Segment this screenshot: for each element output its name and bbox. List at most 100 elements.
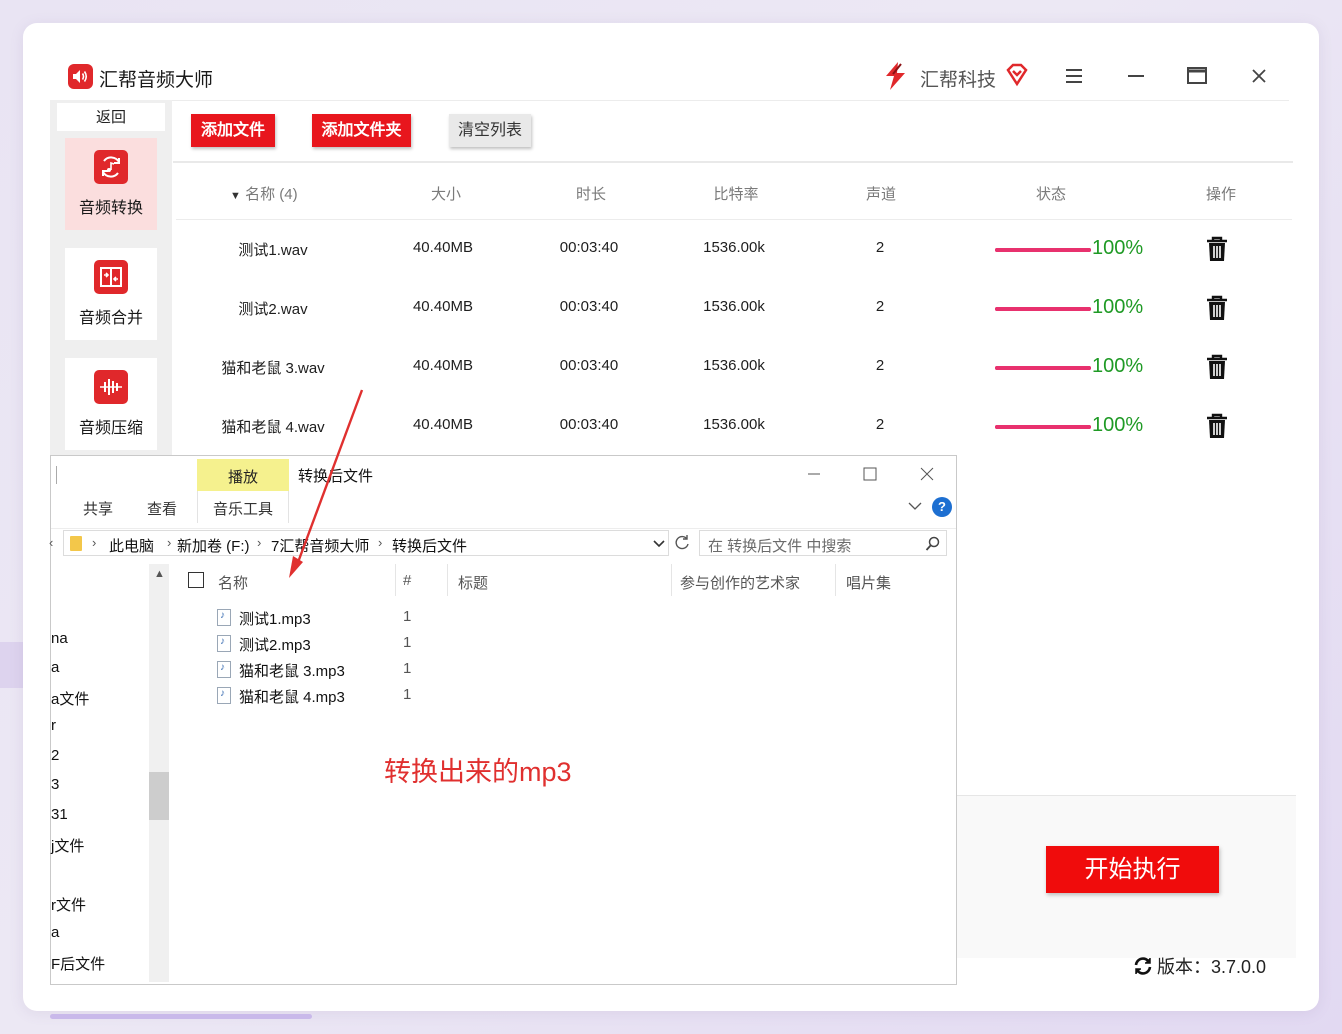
- ribbon-view[interactable]: 查看: [147, 498, 177, 519]
- column-duration[interactable]: 时长: [551, 183, 631, 204]
- trash-icon[interactable]: [1205, 354, 1229, 380]
- address-bar[interactable]: › 此电脑 › 新加卷 (F:) › 7汇帮音频大师 › 转换后文件: [63, 530, 669, 556]
- close-icon[interactable]: [1246, 63, 1272, 89]
- trash-icon[interactable]: [1205, 236, 1229, 262]
- maximize-icon[interactable]: [1184, 63, 1210, 89]
- clear-list-button[interactable]: 清空列表: [449, 114, 531, 147]
- cell-channels: 2: [875, 416, 885, 433]
- sidebar-item-audio-compress[interactable]: 音频压缩: [65, 358, 157, 450]
- app-logo-icon: [68, 64, 93, 89]
- audio-merge-icon: [94, 260, 128, 294]
- file-number: 1: [403, 634, 412, 651]
- nav-item[interactable]: r文件: [51, 894, 86, 915]
- chevron-right-icon: ›: [167, 535, 172, 550]
- version-info: 版本：3.7.0.0: [1133, 953, 1266, 979]
- cell-size: 40.40MB: [412, 239, 474, 256]
- nav-item[interactable]: a: [51, 924, 59, 941]
- refresh-icon[interactable]: [1133, 956, 1153, 976]
- background-band: [0, 642, 24, 688]
- cell-size: 40.40MB: [412, 357, 474, 374]
- add-folder-button[interactable]: 添加文件夹: [312, 114, 411, 147]
- nav-item[interactable]: 3: [51, 776, 59, 793]
- trash-icon[interactable]: [1205, 295, 1229, 321]
- ribbon-share[interactable]: 共享: [83, 498, 113, 519]
- search-input[interactable]: 在 转换后文件 中搜索: [699, 530, 947, 556]
- column-bitrate[interactable]: 比特率: [696, 183, 776, 204]
- sidebar-item-audio-convert[interactable]: 音频转换: [65, 138, 157, 230]
- add-file-button[interactable]: 添加文件: [191, 114, 275, 147]
- nav-item[interactable]: a文件: [51, 688, 89, 709]
- chevron-left-icon[interactable]: ‹: [49, 535, 53, 550]
- chevron-right-icon: ›: [257, 535, 262, 550]
- file-explorer-window: 播放 转换后文件 共享 查看 音乐工具 ? ‹ › 此电脑 › 新加卷 (F:)…: [49, 455, 957, 985]
- minimize-icon[interactable]: [1123, 63, 1149, 89]
- column-title[interactable]: 标题: [458, 572, 488, 593]
- table-row[interactable]: 猫和老鼠 3.wav 40.40MB 00:03:40 1536.00k 2 1…: [176, 339, 1292, 398]
- nav-scrollbar[interactable]: ▲: [149, 564, 169, 982]
- column-name[interactable]: ▼ 名称 (4): [230, 183, 350, 204]
- audio-file-icon: [217, 609, 231, 626]
- progress-bar: [995, 307, 1091, 311]
- column-channels[interactable]: 声道: [841, 183, 921, 204]
- menu-icon[interactable]: [1061, 63, 1087, 89]
- nav-item[interactable]: 2: [51, 747, 59, 764]
- nav-item[interactable]: na: [51, 630, 68, 647]
- explorer-maximize-icon[interactable]: [859, 463, 881, 485]
- help-icon[interactable]: ?: [932, 497, 952, 517]
- audio-file-icon: [217, 687, 231, 704]
- column-size[interactable]: 大小: [406, 183, 486, 204]
- ribbon-music-tools[interactable]: 音乐工具: [213, 498, 273, 519]
- nav-item[interactable]: 31: [51, 806, 68, 823]
- scroll-up-icon[interactable]: ▲: [154, 568, 165, 580]
- nav-item[interactable]: F后文件: [51, 953, 105, 974]
- cell-name: 测试1.wav: [238, 242, 308, 259]
- back-button[interactable]: 返回: [57, 103, 165, 131]
- audio-file-icon: [217, 661, 231, 678]
- column-name[interactable]: 名称: [218, 572, 248, 593]
- column-artist[interactable]: 参与创作的艺术家: [680, 572, 800, 593]
- breadcrumb-item[interactable]: 7汇帮音频大师: [271, 535, 369, 556]
- progress-text: 100%: [1092, 414, 1144, 436]
- nav-item[interactable]: a: [51, 659, 59, 676]
- chevron-down-icon[interactable]: [907, 500, 923, 512]
- progress-bar: [995, 366, 1091, 370]
- column-divider: [395, 564, 396, 596]
- search-icon[interactable]: [925, 536, 941, 552]
- nav-item[interactable]: j文件: [51, 835, 84, 856]
- table-row[interactable]: 测试2.wav 40.40MB 00:03:40 1536.00k 2 100%: [176, 280, 1292, 339]
- dropdown-icon[interactable]: [652, 538, 666, 550]
- audio-convert-icon: [94, 150, 128, 184]
- column-divider: [835, 564, 836, 596]
- explorer-close-icon[interactable]: [916, 463, 938, 485]
- cell-bitrate: 1536.00k: [703, 239, 765, 256]
- vip-diamond-icon[interactable]: [1005, 63, 1029, 87]
- cell-bitrate: 1536.00k: [703, 357, 765, 374]
- title-separator: [56, 466, 57, 484]
- column-status: 状态: [1035, 186, 1066, 203]
- table-row[interactable]: 测试1.wav 40.40MB 00:03:40 1536.00k 2 100%: [176, 221, 1292, 280]
- start-button[interactable]: 开始执行: [1046, 846, 1219, 893]
- trash-icon[interactable]: [1205, 413, 1229, 439]
- table-header: ▼ 名称 (4) 大小 时长 比特率 声道 状态 操作: [176, 165, 1292, 220]
- tab-play[interactable]: 播放: [197, 459, 289, 491]
- audio-file-icon: [217, 635, 231, 652]
- explorer-minimize-icon[interactable]: [803, 463, 825, 485]
- title-bar: 汇帮音频大师 汇帮科技: [53, 51, 1289, 101]
- refresh-icon[interactable]: [673, 534, 691, 552]
- column-action: 操作: [1205, 186, 1236, 203]
- address-row: ‹ › 此电脑 › 新加卷 (F:) › 7汇帮音频大师 › 转换后文件 在 转…: [49, 528, 956, 558]
- table-row[interactable]: 猫和老鼠 4.wav 40.40MB 00:03:40 1536.00k 2 1…: [176, 398, 1292, 457]
- column-number[interactable]: #: [403, 572, 411, 589]
- sidebar-item-audio-merge[interactable]: 音频合并: [65, 248, 157, 340]
- breadcrumb-item[interactable]: 转换后文件: [392, 535, 467, 556]
- sidebar-item-label: 音频合并: [78, 310, 143, 327]
- nav-item[interactable]: r: [51, 717, 56, 734]
- file-name: 测试2.mp3: [239, 637, 311, 654]
- breadcrumb-item[interactable]: 新加卷 (F:): [177, 535, 250, 556]
- column-album[interactable]: 唱片集: [846, 572, 891, 593]
- chevron-right-icon: ›: [378, 535, 383, 550]
- select-all-checkbox[interactable]: [188, 572, 204, 588]
- breadcrumb-item[interactable]: 此电脑: [109, 535, 154, 556]
- progress-text: 100%: [1092, 237, 1144, 259]
- scroll-thumb[interactable]: [149, 772, 169, 820]
